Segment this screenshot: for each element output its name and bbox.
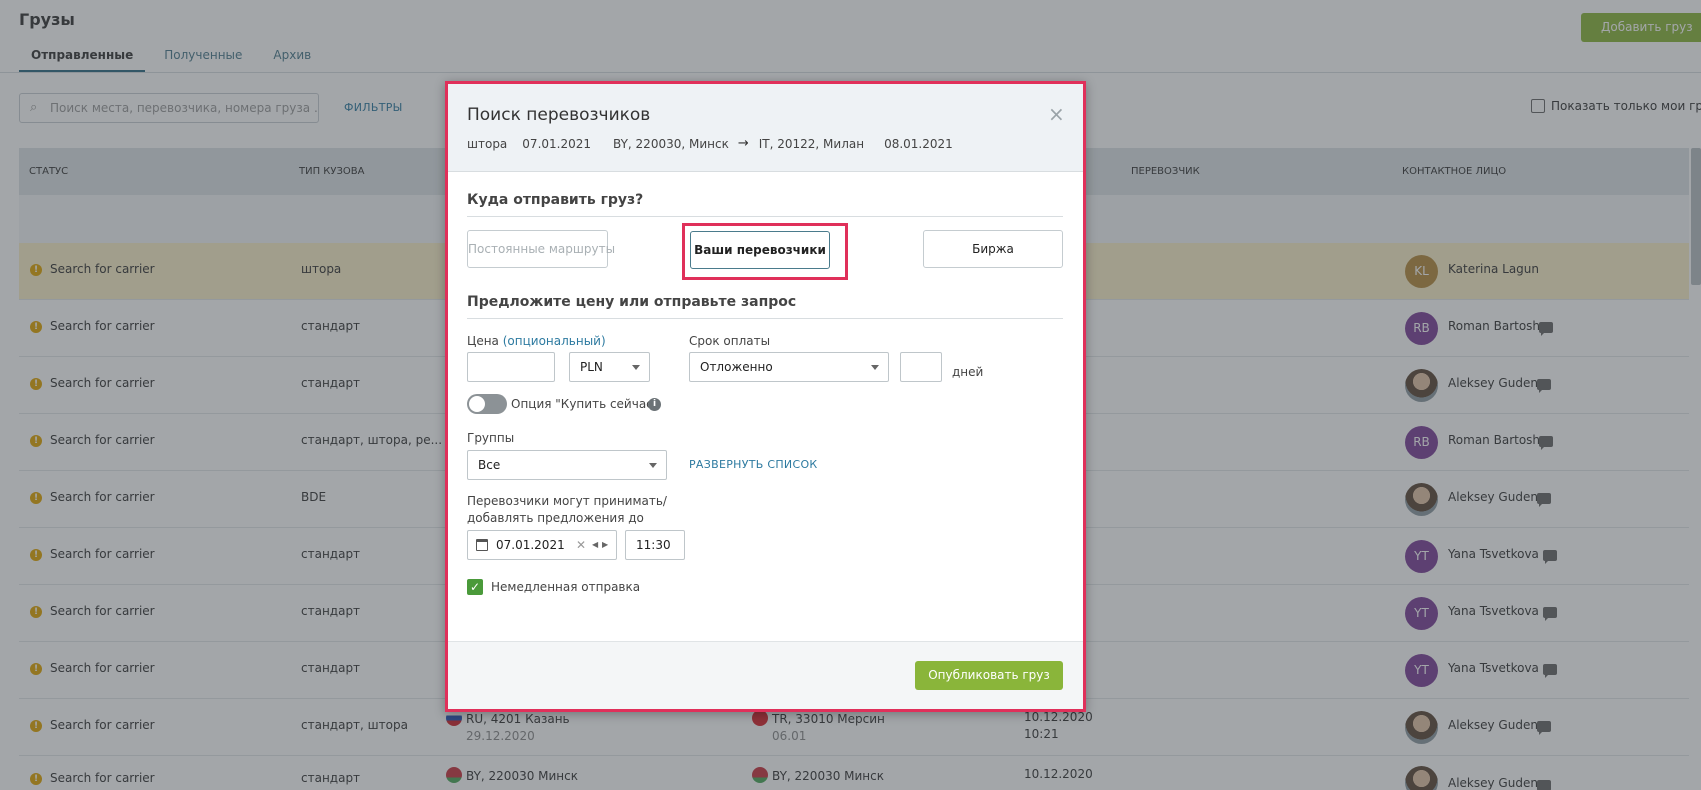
modal-header: Поиск перевозчиков × штора 07.01.2021 BY… [448, 84, 1083, 172]
immediate-send-label: Немедленная отправка [491, 580, 641, 594]
clear-icon[interactable]: ✕ [576, 531, 586, 559]
price-label-text: Цена [467, 334, 499, 348]
days-label: дней [952, 365, 984, 379]
chevron-down-icon [649, 463, 657, 468]
chevron-down-icon [632, 365, 640, 370]
meta-unload-date: 08.01.2021 [884, 136, 953, 151]
expand-list-link[interactable]: РАЗВЕРНУТЬ СПИСОК [689, 458, 818, 471]
modal-footer: Опубликовать груз [448, 641, 1083, 709]
price-label: Цена (опциональный) [467, 334, 606, 348]
days-input[interactable] [900, 352, 942, 382]
currency-select[interactable]: PLN [569, 352, 650, 382]
payment-term-value: Отложенно [700, 360, 773, 374]
destination-title: Куда отправить груз? [467, 192, 644, 208]
payment-term-select[interactable]: Отложенно [689, 352, 889, 382]
your-carriers-button[interactable]: Ваши перевозчики [690, 231, 830, 269]
immediate-send-checkbox[interactable]: ✓ [467, 579, 483, 595]
publish-cargo-button[interactable]: Опубликовать груз [915, 661, 1063, 690]
deadline-label-line1: Перевозчики могут принимать/ [467, 494, 667, 508]
deadline-time-input[interactable]: 11:30 [625, 530, 685, 560]
deadline-date-value: 07.01.2021 [496, 538, 565, 552]
carrier-search-modal: Поиск перевозчиков × штора 07.01.2021 BY… [445, 81, 1086, 712]
buy-now-label: Опция "Купить сейчас" [511, 397, 659, 411]
regular-routes-button[interactable]: Постоянные маршруты [467, 230, 615, 268]
chevron-right-icon[interactable]: ▶ [602, 531, 608, 559]
info-icon[interactable]: i [648, 398, 661, 411]
chevron-down-icon [871, 365, 879, 370]
price-optional: (опциональный) [502, 334, 606, 348]
chevron-left-icon[interactable]: ◀ [592, 531, 598, 559]
exchange-button[interactable]: Биржа [923, 230, 1063, 268]
calendar-icon [476, 539, 488, 551]
groups-value: Все [478, 458, 501, 472]
deadline-date-input[interactable]: 07.01.2021 ✕ ◀ ▶ [467, 530, 617, 560]
modal-title: Поиск перевозчиков [467, 105, 651, 125]
price-input[interactable] [467, 352, 555, 382]
payment-term-label: Срок оплаты [689, 334, 771, 348]
cargo-summary: штора 07.01.2021 BY, 220030, Минск → IT,… [467, 136, 968, 151]
meta-from: BY, 220030, Минск [613, 136, 729, 151]
deadline-label-line2: добавлять предложения до [467, 511, 644, 525]
meta-body-type: штора [467, 136, 508, 151]
currency-value: PLN [580, 360, 603, 374]
groups-select[interactable]: Все [467, 450, 667, 480]
meta-to: IT, 20122, Милан [758, 136, 865, 151]
buy-now-toggle[interactable] [467, 394, 507, 414]
meta-load-date: 07.01.2021 [522, 136, 592, 151]
groups-label: Группы [467, 431, 515, 445]
price-section-title: Предложите цену или отправьте запрос [467, 294, 797, 310]
divider [467, 216, 1063, 217]
divider [467, 318, 1063, 319]
close-icon[interactable]: × [1048, 104, 1065, 124]
arrow-right-icon: → [737, 136, 749, 151]
